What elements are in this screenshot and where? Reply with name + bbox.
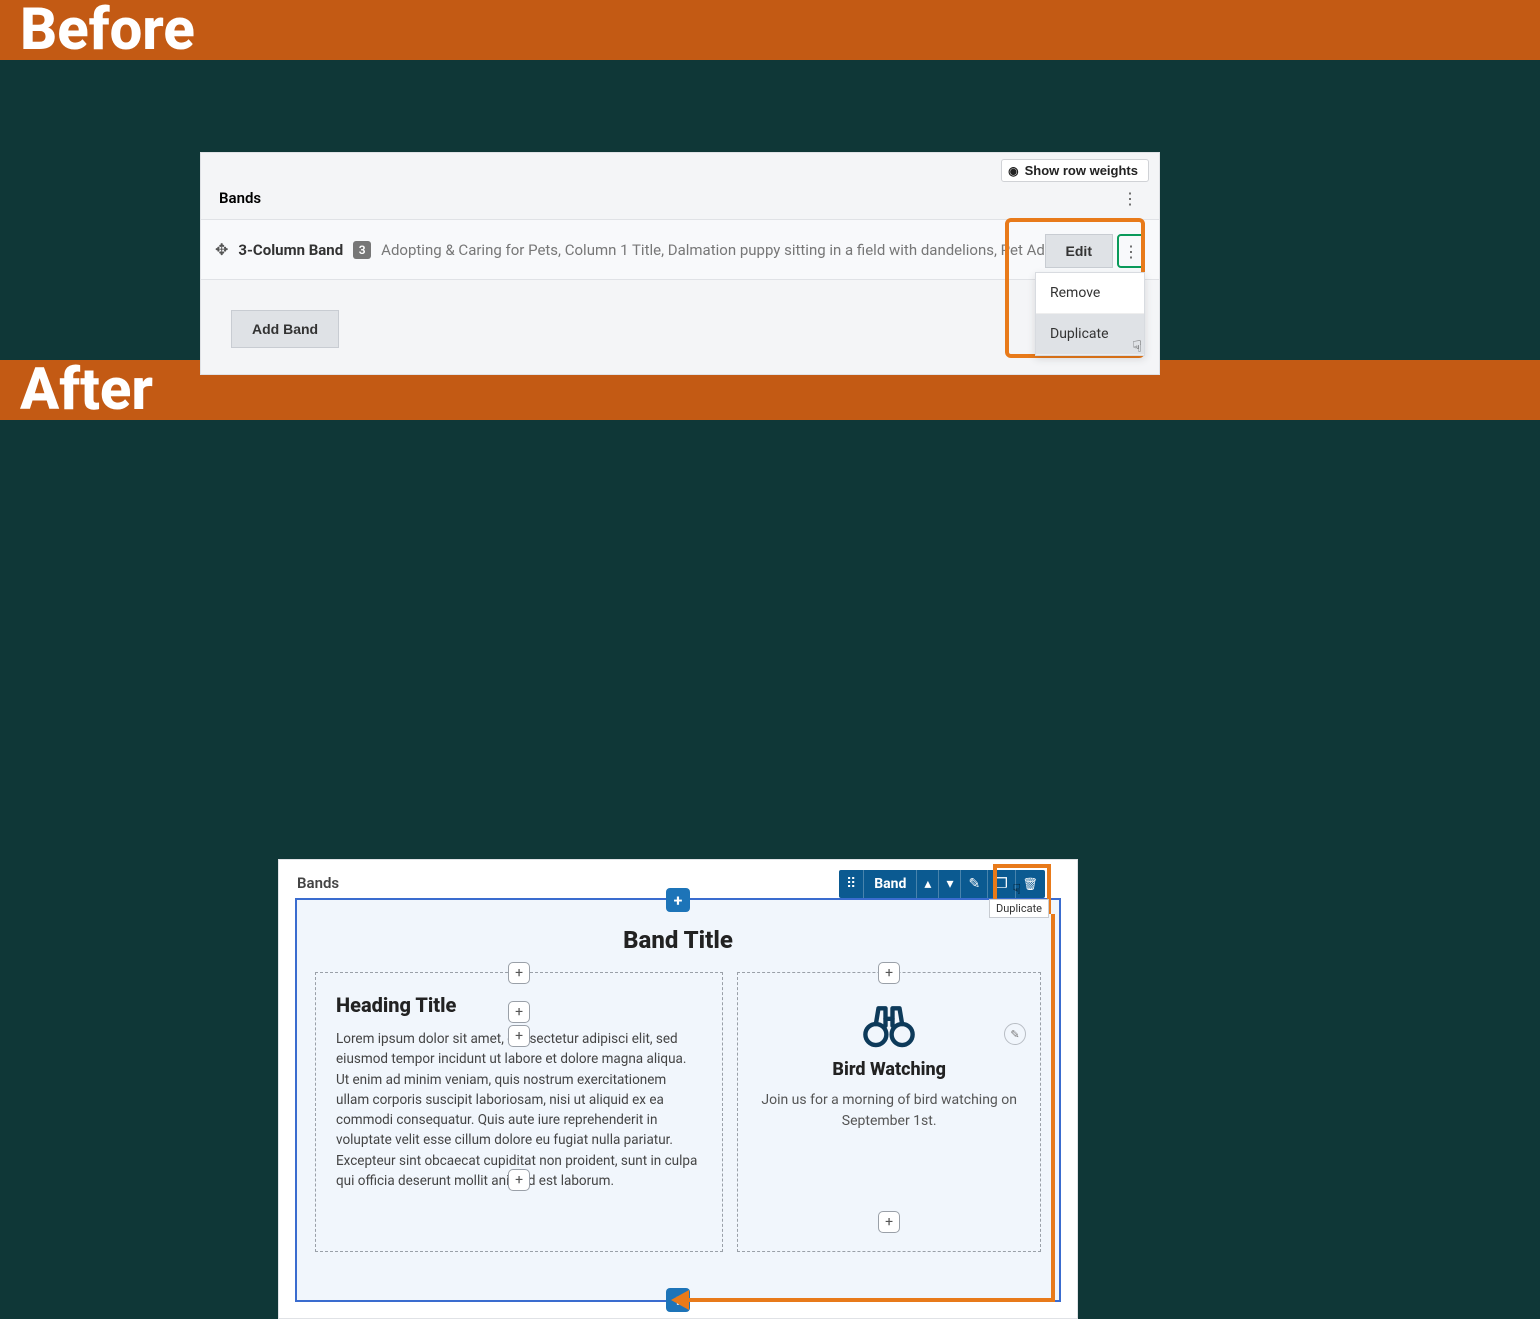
band-row-description: Adopting & Caring for Pets, Column 1 Tit… (381, 241, 1145, 259)
edit-button-label: Edit (1066, 243, 1092, 259)
edit-button[interactable]: Edit (1045, 234, 1113, 268)
cursor-hand-icon: ☟ (1132, 337, 1142, 356)
left-body-text: Lorem ipsum dolor sit amet, consectetur … (336, 1029, 702, 1191)
band-title: Band Title (315, 926, 1041, 954)
duplicate-tooltip: Duplicate (989, 899, 1049, 918)
eye-icon (1008, 163, 1018, 178)
show-row-weights-button[interactable]: Show row weights (1001, 159, 1149, 182)
dropdown-duplicate-label: Duplicate (1050, 326, 1109, 342)
add-below-button[interactable]: + (666, 1288, 690, 1312)
add-band-button[interactable]: Add Band (231, 310, 339, 348)
panel-title: Bands (219, 189, 261, 207)
left-add-mid-button[interactable]: + (508, 1001, 530, 1023)
cursor-hand-icon: ☟ (1012, 882, 1021, 898)
row-menu-kebab-icon[interactable] (1117, 234, 1145, 268)
column-count-badge: 3 (353, 241, 371, 259)
left-add-mid2-button[interactable]: + (508, 1025, 530, 1047)
before-banner: Before (0, 0, 1540, 60)
dropdown-duplicate[interactable]: Duplicate ☟ (1036, 314, 1144, 355)
binoculars-icon (861, 999, 917, 1049)
left-add-top-button[interactable]: + (508, 962, 530, 984)
after-panel: Bands Band ☟ Duplicate + + Band Title + … (278, 859, 1078, 1319)
band-row-title: 3-Column Band (238, 241, 343, 259)
toolbar-label[interactable]: Band (864, 870, 917, 898)
toolbar-move-down-icon[interactable] (939, 870, 961, 898)
dropdown-remove[interactable]: Remove (1036, 273, 1144, 314)
drag-handle-icon[interactable] (215, 240, 228, 259)
before-banner-text: Before (20, 1, 195, 59)
card-edit-icon[interactable] (1004, 1023, 1026, 1045)
column-left: + + + Heading Title Lorem ipsum dolor si… (315, 972, 723, 1252)
row-actions-dropdown: Remove Duplicate ☟ (1035, 272, 1145, 356)
column-right: + Bird Watching Join us for a morning of… (737, 972, 1041, 1252)
after-banner-text: After (20, 361, 153, 419)
band-canvas: + + Band Title + + + Heading Title Lorem… (295, 898, 1061, 1302)
show-row-weights-label: Show row weights (1025, 163, 1138, 178)
toolbar-edit-icon[interactable] (961, 870, 988, 898)
panel-menu-kebab-icon[interactable] (1119, 187, 1141, 209)
card-title: Bird Watching (758, 1059, 1020, 1080)
card-body-text: Join us for a morning of bird watching o… (758, 1090, 1020, 1132)
add-above-button[interactable]: + (666, 888, 690, 912)
right-add-bottom-button[interactable]: + (878, 1211, 900, 1233)
dropdown-remove-label: Remove (1050, 285, 1100, 301)
toolbar-drag-icon[interactable] (839, 870, 864, 898)
right-add-top-button[interactable]: + (878, 962, 900, 984)
toolbar-move-up-icon[interactable] (917, 870, 939, 898)
band-row: 3-Column Band 3 Adopting & Caring for Pe… (201, 219, 1159, 279)
before-panel: Show row weights Bands 3-Column Band 3 A… (200, 152, 1160, 375)
add-band-label: Add Band (252, 321, 318, 337)
left-add-bottom-button[interactable]: + (508, 1169, 530, 1191)
